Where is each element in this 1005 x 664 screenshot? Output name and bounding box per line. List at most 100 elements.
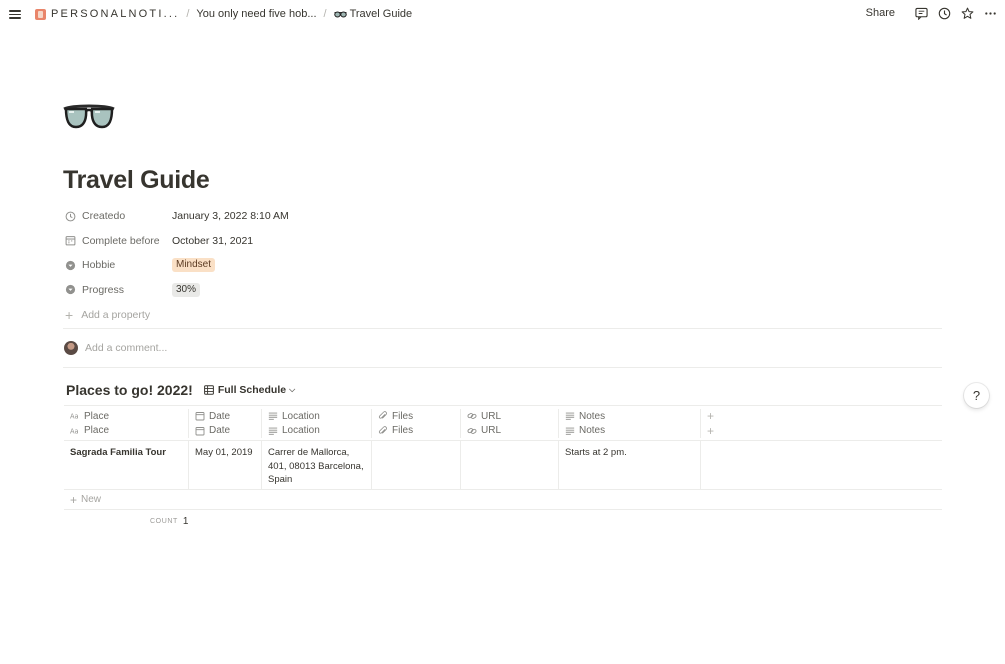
sidebar-toggle-icon[interactable] — [9, 8, 21, 20]
property-value: 30% — [172, 282, 201, 297]
sunglasses-icon[interactable] — [63, 101, 115, 131]
column-header-location[interactable]: Location — [262, 409, 372, 423]
add-property-button[interactable]: + Add a property — [63, 303, 943, 327]
breadcrumb-current-page[interactable]: Travel Guide — [331, 7, 416, 21]
column-header-notes[interactable]: Notes — [559, 423, 701, 438]
column-label: URL — [481, 425, 502, 436]
table-row[interactable]: Sagrada Familia Tour May 01, 2019 Carrer… — [64, 441, 942, 490]
text-type-icon: Aa — [70, 413, 79, 421]
column-header-date[interactable]: Date — [189, 409, 262, 423]
cell-notes[interactable]: Starts at 2 pm. — [559, 441, 701, 489]
tag-progress: 30% — [172, 282, 201, 297]
cell-place[interactable]: Sagrada Familia Tour — [64, 441, 189, 489]
column-label: Place — [84, 410, 110, 422]
property-row-complete-before[interactable]: Complete before October 31, 2021 — [63, 229, 943, 254]
breadcrumb-current-label: Travel Guide — [349, 8, 413, 20]
header-row: Aa Place Date Location Files URL Notes + — [64, 406, 942, 423]
database-title[interactable]: Places to go! 2022! — [66, 382, 193, 398]
view-label: Full Schedule — [217, 384, 287, 396]
text-type-icon: Aa — [70, 427, 79, 435]
comment-row: Add a comment... — [63, 340, 167, 356]
database-header: Places to go! 2022! Full Schedule ⌵ — [66, 382, 298, 398]
text-lines-icon — [268, 427, 278, 435]
property-label: Createdo — [82, 210, 126, 223]
top-bar: PERSONALNOTI... / You only need five hob… — [0, 0, 1005, 29]
history-icon[interactable] — [938, 7, 951, 20]
column-header-files[interactable]: Files — [372, 409, 461, 423]
column-header-place[interactable]: Aa Place — [64, 409, 189, 423]
plus-icon: + — [70, 492, 78, 507]
breadcrumb: PERSONALNOTI... / You only need five hob… — [32, 7, 415, 21]
property-label: Hobbie — [82, 259, 116, 272]
property-value: January 3, 2022 8:10 AM — [172, 210, 289, 223]
divider — [63, 367, 942, 368]
column-header-place[interactable]: Aa Place — [64, 423, 189, 438]
column-label: Files — [392, 425, 414, 436]
column-label: Location — [282, 410, 320, 422]
select-icon — [65, 260, 76, 270]
column-header-date[interactable]: Date — [189, 423, 262, 438]
property-row-progress[interactable]: Progress 30% — [63, 278, 943, 303]
svg-text:Aa: Aa — [70, 413, 79, 421]
column-header-url[interactable]: URL — [461, 423, 559, 438]
column-label: Notes — [579, 425, 606, 436]
property-label: Progress — [82, 283, 125, 296]
cell-date[interactable]: May 01, 2019 — [189, 441, 262, 489]
cell-empty — [701, 441, 942, 489]
clock-icon — [65, 211, 76, 222]
property-name: Complete before — [63, 235, 172, 247]
link-icon — [467, 413, 477, 419]
column-header-url[interactable]: URL — [461, 409, 559, 423]
property-row-createdo[interactable]: Createdo January 3, 2022 8:10 AM — [63, 204, 943, 229]
cell-url[interactable] — [461, 441, 559, 489]
column-header-location[interactable]: Location — [262, 423, 372, 438]
comment-icon[interactable] — [915, 7, 928, 20]
column-label: URL — [481, 410, 502, 422]
property-name: Hobbie — [63, 259, 172, 271]
column-label: Notes — [579, 410, 606, 422]
breadcrumb-parent-label: You only need five hob... — [196, 8, 317, 20]
property-row-hobbie[interactable]: Hobbie Mindset — [63, 253, 943, 278]
property-name: Progress — [63, 284, 172, 296]
new-row-button[interactable]: + New — [64, 490, 942, 510]
tag-mindset: Mindset — [172, 258, 216, 273]
count-footer[interactable]: COUNT 1 — [150, 516, 188, 527]
property-name: Createdo — [63, 210, 172, 222]
view-switcher[interactable]: Full Schedule ⌵ — [201, 383, 298, 397]
property-value: Mindset — [172, 258, 216, 273]
add-property-label: Add a property — [81, 309, 151, 321]
cell-location[interactable]: Carrer de Mallorca, 401, 08013 Barcelona… — [262, 441, 372, 489]
column-label: Place — [84, 425, 110, 436]
comment-input[interactable]: Add a comment... — [85, 342, 167, 354]
svg-text:Aa: Aa — [70, 427, 79, 435]
property-value: October 31, 2021 — [172, 234, 254, 247]
share-button[interactable]: Share — [862, 6, 899, 20]
new-row-label: New — [81, 494, 102, 505]
plus-icon: + — [65, 307, 74, 323]
breadcrumb-separator: / — [186, 8, 190, 20]
chevron-down-icon: ⌵ — [289, 385, 296, 394]
star-icon[interactable] — [961, 7, 974, 20]
add-column-button[interactable]: + — [701, 423, 942, 438]
table-header: Aa Place Date Location Files URL Notes +… — [64, 405, 942, 441]
header-row: Aa Place Date Location Files URL Notes + — [64, 423, 942, 440]
help-button[interactable]: ? — [964, 383, 989, 408]
page-title[interactable]: Travel Guide — [63, 166, 210, 195]
more-icon[interactable] — [984, 7, 997, 20]
column-header-notes[interactable]: Notes — [559, 409, 701, 423]
column-label: Date — [209, 410, 231, 422]
column-label: Date — [209, 425, 231, 436]
count-label: COUNT — [150, 518, 178, 525]
workspace-icon — [35, 8, 46, 20]
cell-files[interactable] — [372, 441, 461, 489]
add-column-button[interactable]: + — [701, 409, 942, 423]
breadcrumb-parent-page[interactable]: You only need five hob... — [193, 7, 319, 21]
column-header-files[interactable]: Files — [372, 423, 461, 438]
paperclip-icon — [378, 425, 387, 434]
breadcrumb-separator: / — [323, 8, 327, 20]
sunglasses-icon — [333, 11, 347, 17]
breadcrumb-workspace[interactable]: PERSONALNOTI... — [32, 7, 182, 21]
avatar — [64, 341, 78, 355]
calendar-icon — [195, 412, 205, 421]
count-value: 1 — [182, 516, 189, 527]
